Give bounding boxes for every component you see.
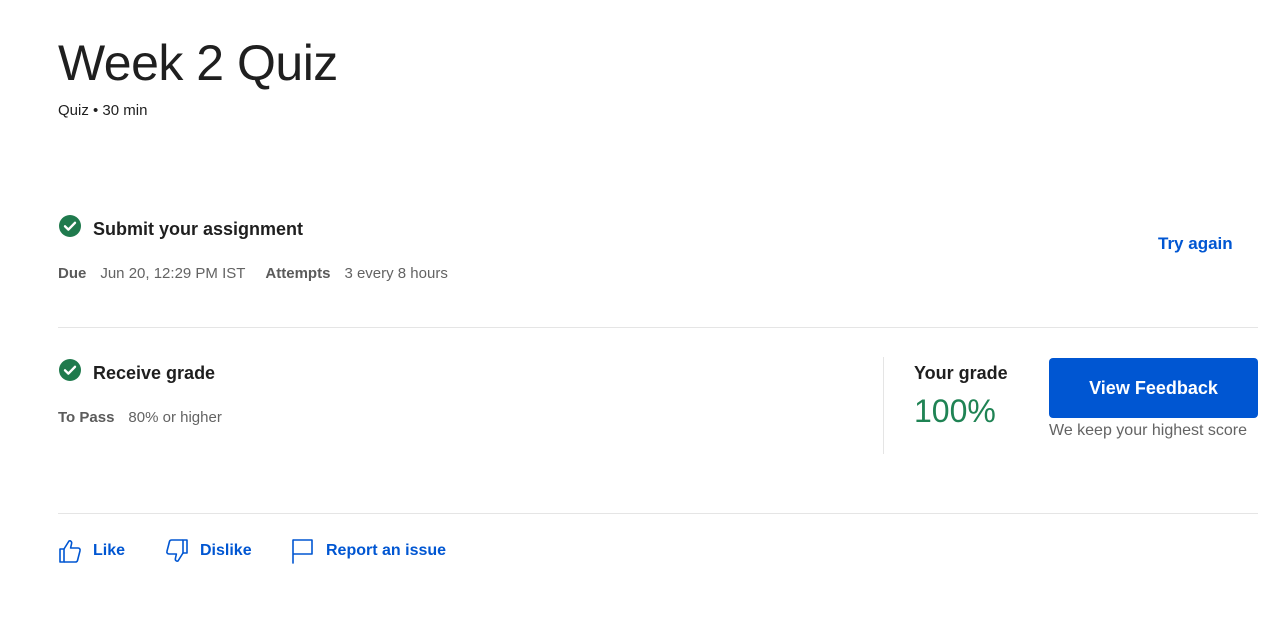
- like-label: Like: [93, 542, 126, 559]
- report-label: Report an issue: [326, 542, 447, 559]
- to-pass-value: 80% or higher: [128, 409, 222, 426]
- your-grade-value: 100%: [914, 393, 996, 429]
- like-button[interactable]: Like: [58, 538, 125, 564]
- thumbs-up-icon: [59, 540, 81, 563]
- page-subtitle: Quiz • 30 min: [58, 102, 148, 119]
- submit-meta: Due Jun 20, 12:29 PM IST Attempts 3 every 8…: [58, 264, 468, 284]
- grade-step-title: Receive grade: [93, 363, 216, 383]
- view-feedback-button[interactable]: View Feedback: [1049, 358, 1258, 418]
- footer-divider: [58, 513, 1258, 514]
- report-issue-button[interactable]: Report an issue: [291, 538, 446, 564]
- check-circle-icon: [59, 359, 81, 381]
- highest-score-note: We keep your highest score: [1049, 422, 1248, 439]
- attempts-label: Attempts: [265, 265, 331, 282]
- grade-vertical-divider: [883, 357, 884, 454]
- thumbs-down-icon: [166, 539, 188, 562]
- due-value: Jun 20, 12:29 PM IST: [100, 265, 246, 282]
- due-label: Due: [58, 265, 87, 282]
- dislike-label: Dislike: [200, 542, 252, 559]
- dislike-button[interactable]: Dislike: [165, 538, 252, 564]
- grade-meta: To Pass 80% or higher: [58, 408, 242, 428]
- submit-step-title: Submit your assignment: [93, 219, 304, 239]
- flag-icon: [292, 539, 313, 564]
- attempts-value: 3 every 8 hours: [344, 265, 448, 282]
- to-pass-label: To Pass: [58, 409, 115, 426]
- check-circle-icon: [59, 215, 81, 237]
- try-again-link[interactable]: Try again: [1158, 233, 1233, 255]
- section-divider: [58, 327, 1258, 328]
- page-title: Week 2 Quiz: [58, 35, 338, 91]
- quiz-page: Week 2 Quiz Quiz • 30 min Submit your as…: [0, 0, 1287, 628]
- your-grade-label: Your grade: [914, 363, 1008, 383]
